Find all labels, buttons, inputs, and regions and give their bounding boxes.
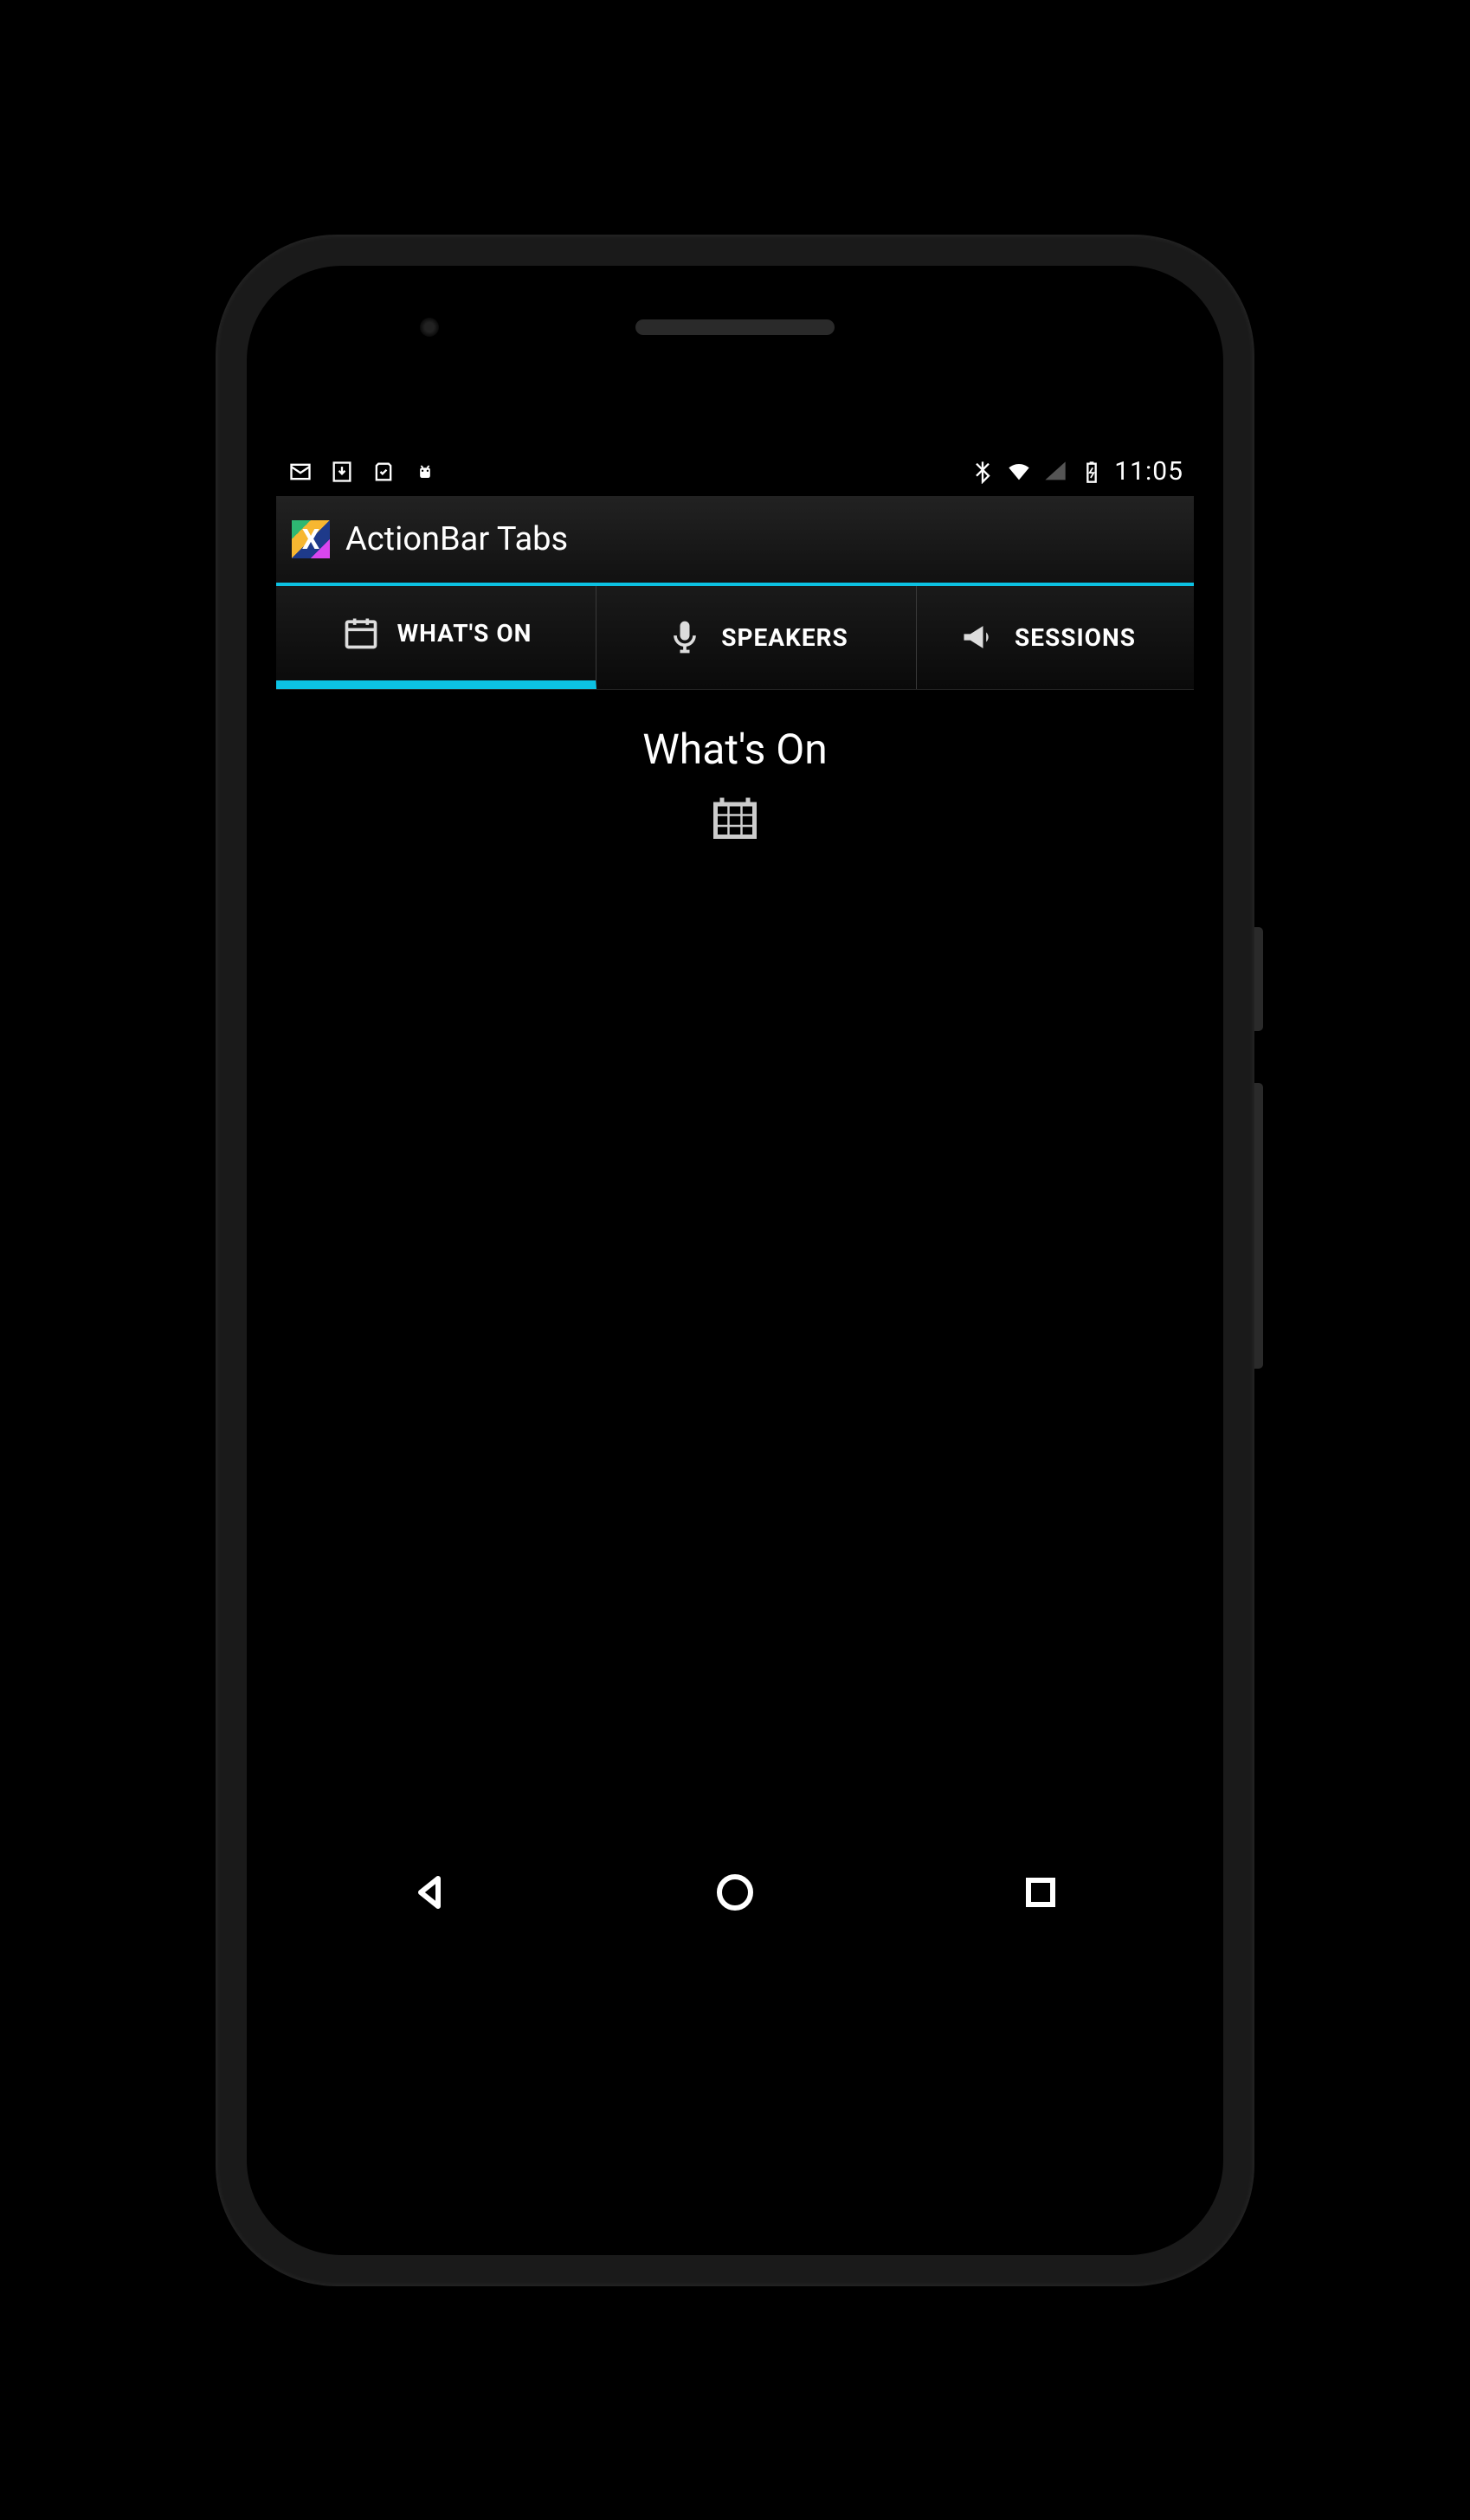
bluetooth-icon bbox=[969, 458, 996, 486]
back-button[interactable] bbox=[403, 1866, 455, 1918]
megaphone-icon bbox=[957, 616, 999, 658]
tab-label: WHAT'S ON bbox=[397, 619, 532, 648]
app-icon bbox=[292, 520, 330, 558]
wifi-icon bbox=[1005, 458, 1033, 486]
earpiece bbox=[635, 319, 835, 335]
home-button[interactable] bbox=[709, 1866, 761, 1918]
screen: 11:05 ActionBar Tabs WHAT'S ON bbox=[276, 448, 1194, 1957]
download-icon bbox=[328, 458, 356, 486]
android-icon bbox=[411, 458, 439, 486]
page-title: What's On bbox=[276, 725, 1194, 774]
volume-button bbox=[1254, 1083, 1263, 1369]
front-camera bbox=[420, 318, 439, 337]
task-icon bbox=[370, 458, 397, 486]
calendar-icon bbox=[340, 612, 382, 654]
tab-label: SESSIONS bbox=[1015, 623, 1136, 652]
content-area: What's On bbox=[276, 690, 1194, 847]
tab-whats-on[interactable]: WHAT'S ON bbox=[276, 586, 596, 689]
navigation-bar bbox=[276, 1827, 1194, 1957]
signal-icon bbox=[1041, 458, 1069, 486]
battery-charging-icon bbox=[1078, 458, 1106, 486]
action-bar-title: ActionBar Tabs bbox=[345, 520, 568, 558]
recent-apps-button[interactable] bbox=[1015, 1866, 1067, 1918]
status-bar: 11:05 bbox=[276, 448, 1194, 496]
calendar-icon bbox=[276, 791, 1194, 847]
phone-frame: 11:05 ActionBar Tabs WHAT'S ON bbox=[216, 235, 1254, 2286]
mail-icon bbox=[287, 458, 314, 486]
tab-bar: WHAT'S ON SPEAKERS SESSIONS bbox=[276, 586, 1194, 690]
action-bar: ActionBar Tabs bbox=[276, 496, 1194, 586]
mic-icon bbox=[664, 616, 706, 658]
status-time: 11:05 bbox=[1114, 456, 1183, 487]
tab-label: SPEAKERS bbox=[721, 623, 848, 652]
tab-sessions[interactable]: SESSIONS bbox=[917, 586, 1177, 689]
power-button bbox=[1254, 927, 1263, 1031]
tab-speakers[interactable]: SPEAKERS bbox=[596, 586, 917, 689]
